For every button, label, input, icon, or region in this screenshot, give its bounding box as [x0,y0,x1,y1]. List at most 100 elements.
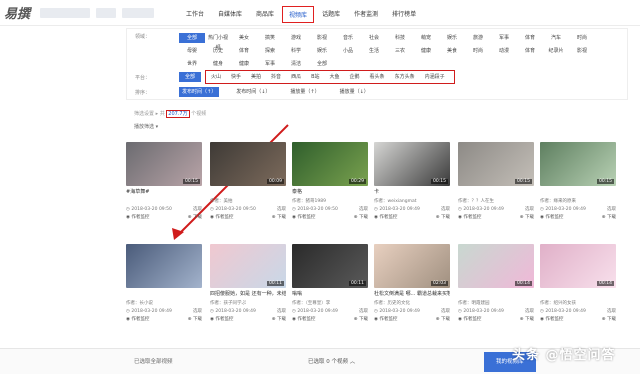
video-thumbnail[interactable]: 00:15 [374,142,450,186]
pick-link[interactable]: 选取 [359,206,368,214]
platform-chip[interactable]: 火山 [208,72,224,82]
video-title[interactable]: 嗡嗡 [292,288,368,300]
category-chip[interactable]: 动漫 [491,46,517,56]
category-chip[interactable]: 科技 [387,33,413,43]
platform-chip[interactable]: 东方头条 [392,72,418,82]
category-chip[interactable]: 母婴 [179,46,205,56]
platform-chip[interactable]: B站 [308,72,322,82]
platform-chip[interactable]: 抖音 [268,72,284,82]
category-chip[interactable]: 体育 [517,33,543,43]
video-thumbnail[interactable]: 00:14 [458,244,534,288]
pick-link[interactable]: 选取 [359,308,368,316]
category-chip[interactable]: 时尚 [569,33,595,43]
platform-chip[interactable]: 美拍 [248,72,264,82]
author-monitor-link[interactable]: ◉ 作者监控 [210,214,233,222]
category-chip[interactable]: 时尚 [465,46,491,56]
video-card[interactable]: 00:09 作者：美拍 ◷ 2018-03-20 09:50 选取 ◉ 作者监控 ⊕ 下载 [210,142,286,222]
video-thumbnail[interactable]: 00:11 [292,244,368,288]
nav-tab-4[interactable]: 话题库 [316,6,346,23]
category-chip[interactable]: 健身 [205,59,231,69]
pick-link[interactable]: 选取 [525,206,534,214]
category-chip[interactable]: 影视 [569,46,595,56]
sort-option[interactable]: 播放量（↑） [287,87,322,97]
platform-chip[interactable]: 西瓜 [288,72,304,82]
download-link[interactable]: ⊕ 下载 [188,316,202,324]
category-chip[interactable]: 三农 [387,46,413,56]
pick-link[interactable]: 选取 [607,206,616,214]
category-chip[interactable]: 社会 [361,33,387,43]
platform-chip[interactable]: 企鹅 [347,72,363,82]
video-thumbnail[interactable]: 00:09 [210,142,286,186]
category-chip[interactable]: 旅游 [465,33,491,43]
video-title[interactable]: 卡 [374,186,450,198]
category-chip[interactable]: 搞笑 [257,33,283,43]
nav-tab-0[interactable]: 工作台 [180,6,210,23]
video-card[interactable]: 00:15 作者：？？人在生 ◷ 2018-03-20 09:49 选取 ◉ 作者监控 ⊕… [458,142,534,222]
select-all-videos[interactable]: 已选取全部视频 [134,357,173,365]
video-thumbnail[interactable]: 00:15 [458,142,534,186]
video-card[interactable]: 00:11 四招傻服她，如是 还有一种，未结 作者：孩子同学ぷ ◷ 2018-03-2… [210,244,286,324]
platform-chip[interactable]: 内涵段子 [422,72,448,82]
download-link[interactable]: ⊕ 下载 [602,214,616,222]
download-link[interactable]: ⊕ 下载 [520,316,534,324]
author-monitor-link[interactable]: ◉ 作者监控 [292,316,315,324]
video-title[interactable] [540,186,616,198]
download-link[interactable]: ⊕ 下载 [354,214,368,222]
nav-tab-3[interactable]: 视频库 [282,6,315,23]
platform-chip[interactable]: 快手 [228,72,244,82]
platform-chip[interactable]: 看头条 [367,72,388,82]
category-chip[interactable]: 萌宠 [413,33,439,43]
sort-option[interactable]: 发布时间（↓） [233,87,273,97]
category-chip[interactable]: 美食 [439,46,465,56]
video-thumbnail[interactable]: 00:14 [540,244,616,288]
pick-link[interactable]: 选取 [277,206,286,214]
category-chip[interactable]: 娱乐 [439,33,465,43]
category-chip[interactable]: 小品 [335,46,361,56]
video-thumbnail[interactable]: 00:15 [540,142,616,186]
platform-all-chip[interactable]: 全部 [179,72,201,82]
author-monitor-link[interactable]: ◉ 作者监控 [126,214,149,222]
category-chip[interactable]: 热门小视频 [205,33,231,51]
video-thumbnail[interactable]: 00:29 [292,142,368,186]
selected-count[interactable]: 已选取 0 个视频 ︿ [308,357,355,365]
sort-option[interactable]: 发布时间（↑） [179,87,220,97]
video-card[interactable]: 作者：长小说 ◷ 2018-03-20 09:49 选取 ◉ 作者监控 ⊕ 下载 [126,244,202,324]
video-title[interactable]: 杜松文倒满是 哪... 霸道总裁来买鞋仔呼... [374,288,450,300]
category-chip[interactable]: 游戏 [283,33,309,43]
author-monitor-link[interactable]: ◉ 作者监控 [374,214,397,222]
pick-link[interactable]: 选取 [277,308,286,316]
pick-link[interactable]: 选取 [441,308,450,316]
category-chip[interactable]: 全部 [309,59,335,69]
video-card[interactable]: 00:14 作者：明霞建园 ◷ 2018-03-20 09:49 选取 ◉ 作者监控 ⊕ … [458,244,534,324]
video-title[interactable]: #海草舞# [126,186,202,198]
sort-option[interactable]: 播放量（↓） [337,87,372,97]
download-link[interactable]: ⊕ 下载 [272,214,286,222]
author-monitor-link[interactable]: ◉ 作者监控 [458,316,481,324]
category-chip[interactable]: 历史 [205,46,231,56]
nav-tab-6[interactable]: 排行榜单 [386,6,422,23]
video-title[interactable] [540,288,616,300]
video-thumbnail[interactable] [126,244,202,288]
category-chip[interactable]: 科学 [283,46,309,56]
download-link[interactable]: ⊕ 下载 [520,214,534,222]
category-chip[interactable]: 全部 [179,33,205,43]
author-monitor-link[interactable]: ◉ 作者监控 [374,316,397,324]
category-chip[interactable]: 音乐 [335,33,361,43]
download-link[interactable]: ⊕ 下载 [354,316,368,324]
author-monitor-link[interactable]: ◉ 作者监控 [210,316,233,324]
platform-chip[interactable]: 大鱼 [327,72,343,82]
author-monitor-link[interactable]: ◉ 作者监控 [458,214,481,222]
category-chip[interactable]: 纪录片 [543,46,569,56]
pick-link[interactable]: 选取 [525,308,534,316]
video-title[interactable] [458,186,534,198]
author-monitor-link[interactable]: ◉ 作者监控 [540,214,563,222]
nav-tab-5[interactable]: 作者监测 [348,6,384,23]
video-title[interactable] [210,186,286,198]
pick-link[interactable]: 选取 [193,206,202,214]
video-card[interactable]: 00:11 嗡嗡 作者：（至尊皇）李 ◷ 2018-03-20 09:49 选取 ◉ 作者… [292,244,368,324]
video-title[interactable]: 四招傻服她，如是 还有一种，未结 [210,288,286,300]
author-monitor-link[interactable]: ◉ 作者监控 [126,316,149,324]
app-logo[interactable]: 易撰 [4,3,30,22]
nav-tab-2[interactable]: 商品库 [250,6,280,23]
download-link[interactable]: ⊕ 下载 [188,214,202,222]
